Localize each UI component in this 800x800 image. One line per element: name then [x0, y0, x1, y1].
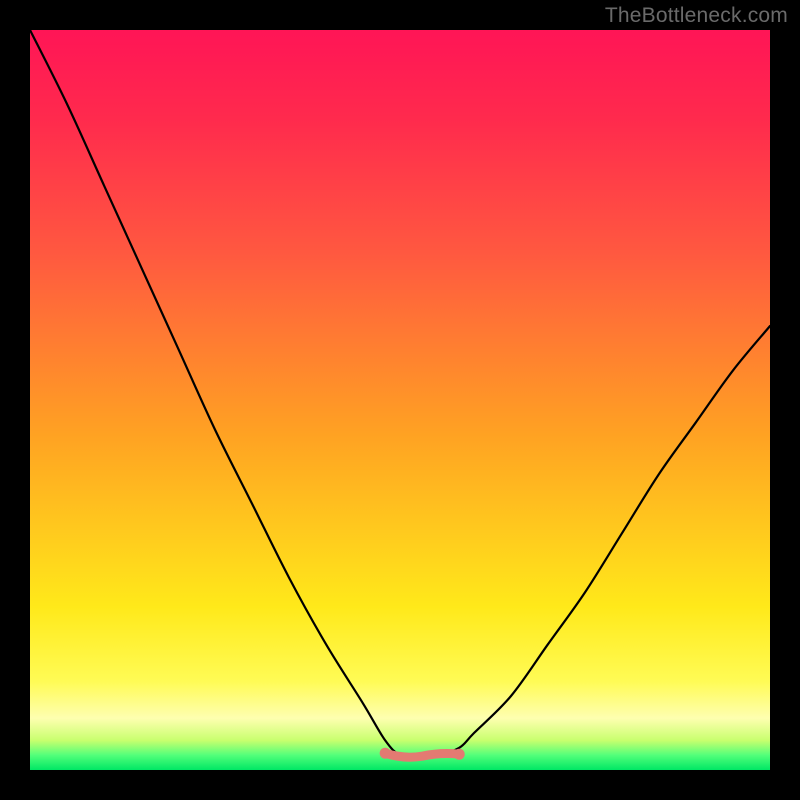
watermark-text: TheBottleneck.com: [605, 4, 788, 28]
outer-frame: TheBottleneck.com: [0, 0, 800, 800]
trough-marker-dot-left: [380, 748, 391, 759]
trough-marker: [385, 753, 459, 757]
trough-marker-dot-right: [454, 749, 465, 760]
bottleneck-curve: [30, 30, 770, 756]
plot-area: [30, 30, 770, 770]
curve-layer: [30, 30, 770, 770]
